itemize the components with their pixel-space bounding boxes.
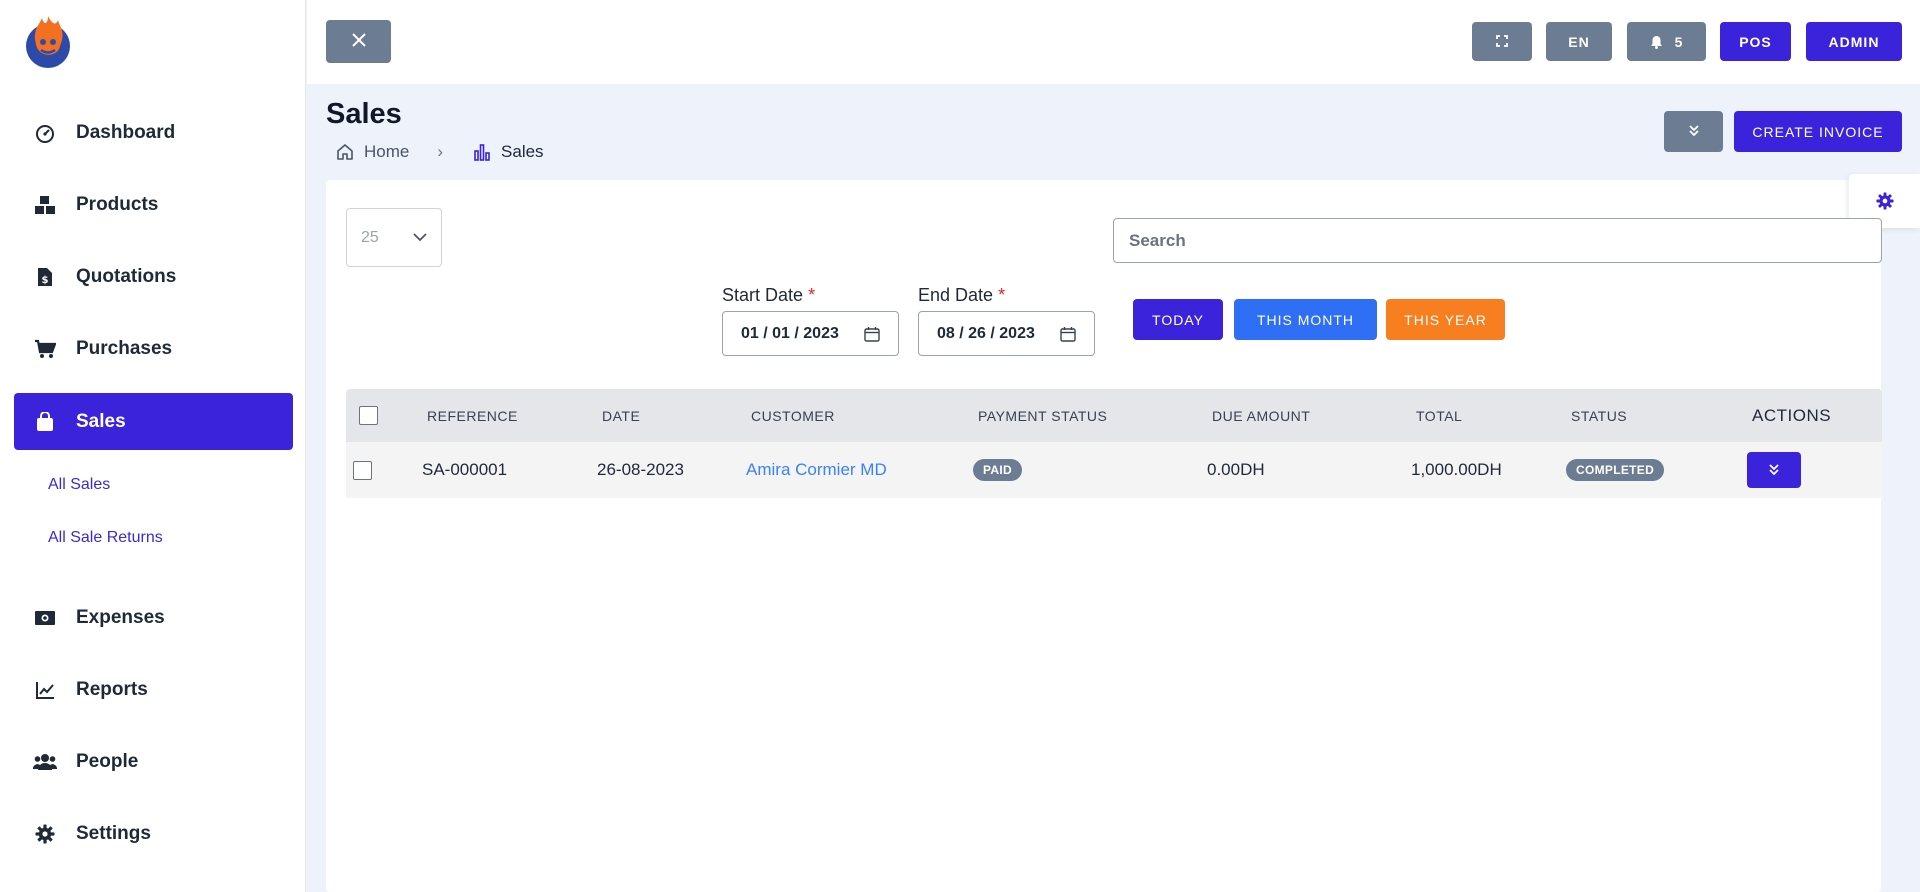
cell-customer-link[interactable]: Amira Cormier MD — [746, 442, 887, 498]
sidebar-item-label: Purchases — [76, 337, 173, 359]
row-actions-button[interactable] — [1747, 452, 1801, 488]
per-page-value: 25 — [361, 228, 379, 246]
cell-payment-status: PAID — [973, 442, 1022, 498]
calendar-icon[interactable] — [864, 326, 880, 342]
file-invoice-dollar-icon: $ — [33, 265, 57, 289]
end-date-input[interactable]: 08 / 26 / 2023 — [918, 311, 1095, 356]
double-chevron-down-icon — [1688, 124, 1700, 140]
search-input[interactable] — [1113, 218, 1882, 263]
close-sidebar-button[interactable] — [326, 20, 391, 63]
sidebar-item-expenses[interactable]: Expenses — [14, 589, 293, 646]
cell-due-amount: 0.00DH — [1207, 460, 1265, 479]
col-actions: ACTIONS — [1752, 405, 1832, 425]
expand-icon — [1496, 34, 1508, 50]
payment-status-badge: PAID — [973, 459, 1022, 481]
gear-icon — [1875, 192, 1894, 210]
language-button[interactable]: EN — [1546, 22, 1612, 61]
close-icon — [351, 33, 366, 50]
sales-table-header: REFERENCE DATE CUSTOMER PAYMENT STATUS D… — [346, 389, 1882, 442]
sidebar-item-quotations[interactable]: $ Quotations — [14, 248, 293, 305]
gear-icon — [33, 822, 57, 846]
cell-status: COMPLETED — [1566, 442, 1665, 498]
svg-text:$: $ — [42, 275, 49, 286]
col-due-amount[interactable]: DUE AMOUNT — [1212, 389, 1310, 442]
start-date-label: Start Date * — [722, 285, 815, 306]
breadcrumb-current: Sales — [501, 142, 544, 161]
shopping-bag-icon — [33, 410, 57, 434]
sidebar: Dashboard Products $ Quotations Purchase… — [0, 0, 306, 892]
col-total[interactable]: TOTAL — [1416, 389, 1462, 442]
cell-total: 1,000.00DH — [1411, 460, 1502, 479]
start-date-label-text: Start Date — [722, 285, 804, 305]
sidebar-item-people[interactable]: People — [14, 733, 293, 790]
bell-icon — [1650, 35, 1663, 49]
sidebar-item-label: Expenses — [76, 606, 165, 628]
required-mark: * — [998, 285, 1006, 305]
per-page-select[interactable]: 25 — [346, 208, 442, 267]
page-title: Sales — [326, 98, 402, 130]
sidebar-item-settings[interactable]: Settings — [14, 805, 293, 862]
sidebar-subitem-all-sales[interactable]: All Sales — [48, 476, 110, 494]
start-date-value: 01 / 01 / 2023 — [741, 324, 839, 342]
cell-date: 26-08-2023 — [597, 460, 684, 479]
start-date-input[interactable]: 01 / 01 / 2023 — [722, 311, 899, 356]
chevron-down-icon — [413, 233, 427, 242]
sales-card — [326, 180, 1881, 892]
this-year-button[interactable]: THIS YEAR — [1386, 299, 1505, 340]
col-reference[interactable]: REFERENCE — [427, 389, 518, 442]
sidebar-subitem-all-sale-returns[interactable]: All Sale Returns — [48, 529, 163, 547]
sidebar-item-reports[interactable]: Reports — [14, 661, 293, 718]
sidebar-item-label: Quotations — [76, 265, 177, 287]
today-button[interactable]: TODAY — [1133, 299, 1223, 340]
sidebar-item-dashboard[interactable]: Dashboard — [14, 104, 293, 161]
sidebar-item-label: Reports — [76, 678, 148, 700]
sidebar-item-label: Dashboard — [76, 121, 176, 143]
cell-reference: SA-000001 — [422, 460, 508, 479]
col-date[interactable]: DATE — [602, 389, 640, 442]
users-icon — [33, 750, 57, 774]
home-icon — [336, 143, 354, 161]
notification-count: 5 — [1674, 33, 1684, 50]
collapse-filters-button[interactable] — [1664, 111, 1723, 152]
pos-button[interactable]: POS — [1720, 22, 1791, 61]
create-invoice-button[interactable]: CREATE INVOICE — [1734, 111, 1902, 152]
select-all-checkbox[interactable] — [359, 406, 378, 425]
calendar-icon[interactable] — [1060, 326, 1076, 342]
chevron-right-icon: › — [437, 142, 444, 161]
breadcrumb: Home › Sales — [336, 142, 544, 162]
gauge-icon — [33, 121, 57, 145]
end-date-label-text: End Date — [918, 285, 994, 305]
double-chevron-down-icon — [1768, 464, 1780, 476]
sidebar-item-purchases[interactable]: Purchases — [14, 320, 293, 377]
boxes-icon — [33, 193, 57, 217]
sidebar-item-label: Sales — [76, 410, 126, 432]
cell-actions — [1747, 442, 1801, 498]
cart-icon — [33, 337, 57, 361]
col-status[interactable]: STATUS — [1571, 389, 1627, 442]
sidebar-item-label: People — [76, 750, 139, 772]
table-row[interactable]: SA-000001 26-08-2023 Amira Cormier MD PA… — [346, 442, 1882, 498]
row-checkbox-cell — [353, 442, 372, 498]
fullscreen-button[interactable] — [1472, 22, 1532, 61]
col-payment-status[interactable]: PAYMENT STATUS — [978, 389, 1107, 442]
this-month-button[interactable]: THIS MONTH — [1234, 299, 1377, 340]
sidebar-item-products[interactable]: Products — [14, 176, 293, 233]
breadcrumb-home[interactable]: Home — [364, 142, 409, 162]
row-checkbox[interactable] — [353, 460, 372, 480]
sidebar-item-label: Products — [76, 193, 159, 215]
status-badge: COMPLETED — [1566, 459, 1665, 481]
notifications-button[interactable]: 5 — [1627, 22, 1706, 61]
end-date-label: End Date * — [918, 285, 1005, 306]
end-date-value: 08 / 26 / 2023 — [937, 324, 1035, 342]
bar-chart-icon — [473, 143, 491, 161]
required-mark: * — [808, 285, 816, 305]
admin-button[interactable]: ADMIN — [1806, 22, 1902, 61]
sidebar-item-label: Settings — [76, 822, 151, 844]
sidebar-item-sales[interactable]: Sales — [14, 393, 293, 450]
line-chart-icon — [33, 678, 57, 702]
col-customer[interactable]: CUSTOMER — [751, 389, 835, 442]
select-all-checkbox-cell — [359, 389, 378, 442]
money-bill-icon — [33, 606, 57, 630]
app-logo[interactable] — [22, 14, 74, 70]
